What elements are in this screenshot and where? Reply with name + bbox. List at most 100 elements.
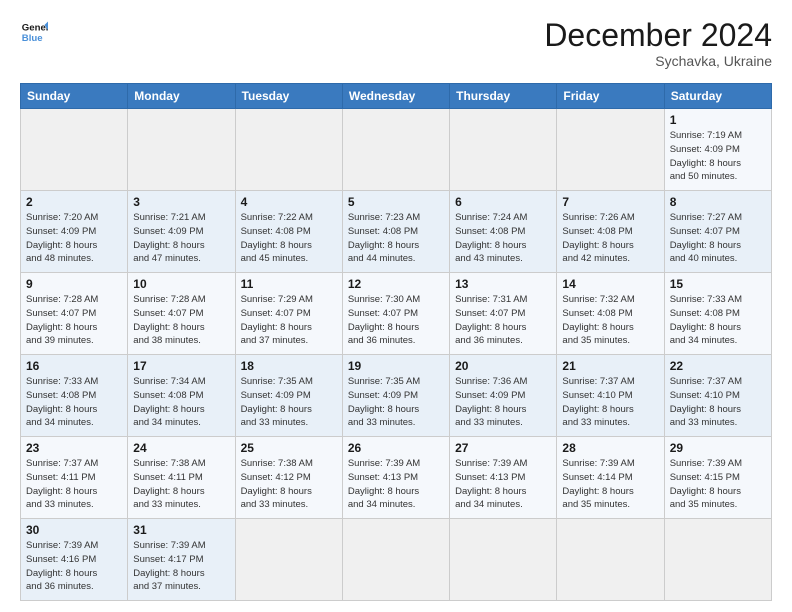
calendar-header-cell: Saturday bbox=[664, 84, 771, 109]
calendar-cell: 28 Sunrise: 7:39 AM Sunset: 4:14 PM Dayli… bbox=[557, 437, 664, 519]
day-detail: Sunrise: 7:32 AM Sunset: 4:08 PM Dayligh… bbox=[562, 293, 658, 348]
calendar-cell: 7Sunrise: 7:26 AM Sunset: 4:08 PM Daylig… bbox=[557, 191, 664, 273]
calendar-cell: 21Sunrise: 7:37 AM Sunset: 4:10 PM Dayli… bbox=[557, 355, 664, 437]
calendar-cell: 24Sunrise: 7:38 AM Sunset: 4:11 PM Dayli… bbox=[128, 437, 235, 519]
calendar-cell: 27 Sunrise: 7:39 AM Sunset: 4:13 PM Dayli… bbox=[450, 437, 557, 519]
calendar-header-cell: Wednesday bbox=[342, 84, 449, 109]
calendar-week-row: 16Sunrise: 7:33 AM Sunset: 4:08 PM Dayli… bbox=[21, 355, 772, 437]
day-number: 27 bbox=[455, 441, 551, 455]
calendar-cell bbox=[21, 109, 128, 191]
calendar-header-cell: Thursday bbox=[450, 84, 557, 109]
day-number: 18 bbox=[241, 359, 337, 373]
calendar-cell: 2 Sunrise: 7:20 AM Sunset: 4:09 PM Daylig… bbox=[21, 191, 128, 273]
calendar-header-cell: Monday bbox=[128, 84, 235, 109]
day-number: 28 bbox=[562, 441, 658, 455]
calendar-cell bbox=[342, 109, 449, 191]
calendar-week-row: 23Sunrise: 7:37 AM Sunset: 4:11 PM Dayli… bbox=[21, 437, 772, 519]
month-title: December 2024 bbox=[544, 18, 772, 53]
day-detail: Sunrise: 7:28 AM Sunset: 4:07 PM Dayligh… bbox=[133, 293, 229, 348]
svg-text:General: General bbox=[22, 22, 48, 33]
calendar-week-row: 30 Sunrise: 7:39 AM Sunset: 4:16 PM Dayli… bbox=[21, 519, 772, 601]
day-detail: Sunrise: 7:29 AM Sunset: 4:07 PM Dayligh… bbox=[241, 293, 337, 348]
day-number: 30 bbox=[26, 523, 122, 537]
day-number: 12 bbox=[348, 277, 444, 291]
calendar-body: 1Sunrise: 7:19 AM Sunset: 4:09 PM Daylig… bbox=[21, 109, 772, 601]
title-block: December 2024 Sychavka, Ukraine bbox=[544, 18, 772, 69]
day-detail: Sunrise: 7:38 AM Sunset: 4:12 PM Dayligh… bbox=[241, 457, 337, 512]
day-number: 23 bbox=[26, 441, 122, 455]
day-detail: Sunrise: 7:39 AM Sunset: 4:13 PM Dayligh… bbox=[455, 457, 551, 512]
calendar-cell: 18 Sunrise: 7:35 AM Sunset: 4:09 PM Dayli… bbox=[235, 355, 342, 437]
day-number: 1 bbox=[670, 113, 766, 127]
day-detail: Sunrise: 7:37 AM Sunset: 4:10 PM Dayligh… bbox=[562, 375, 658, 430]
calendar-cell: 19 Sunrise: 7:35 AM Sunset: 4:09 PM Dayli… bbox=[342, 355, 449, 437]
day-detail: Sunrise: 7:31 AM Sunset: 4:07 PM Dayligh… bbox=[455, 293, 551, 348]
calendar-cell: 13 Sunrise: 7:31 AM Sunset: 4:07 PM Dayli… bbox=[450, 273, 557, 355]
day-detail: Sunrise: 7:23 AM Sunset: 4:08 PM Dayligh… bbox=[348, 211, 444, 266]
day-detail: Sunrise: 7:36 AM Sunset: 4:09 PM Dayligh… bbox=[455, 375, 551, 430]
calendar-cell: 10 Sunrise: 7:28 AM Sunset: 4:07 PM Dayli… bbox=[128, 273, 235, 355]
day-number: 15 bbox=[670, 277, 766, 291]
day-detail: Sunrise: 7:21 AM Sunset: 4:09 PM Dayligh… bbox=[133, 211, 229, 266]
calendar-cell: 17Sunrise: 7:34 AM Sunset: 4:08 PM Dayli… bbox=[128, 355, 235, 437]
day-detail: Sunrise: 7:39 AM Sunset: 4:16 PM Dayligh… bbox=[26, 539, 122, 594]
location: Sychavka, Ukraine bbox=[544, 53, 772, 69]
calendar-cell: 29Sunrise: 7:39 AM Sunset: 4:15 PM Dayli… bbox=[664, 437, 771, 519]
header: General Blue December 2024 Sychavka, Ukr… bbox=[20, 18, 772, 69]
day-detail: Sunrise: 7:33 AM Sunset: 4:08 PM Dayligh… bbox=[670, 293, 766, 348]
day-number: 20 bbox=[455, 359, 551, 373]
day-detail: Sunrise: 7:39 AM Sunset: 4:14 PM Dayligh… bbox=[562, 457, 658, 512]
calendar-week-row: 2 Sunrise: 7:20 AM Sunset: 4:09 PM Daylig… bbox=[21, 191, 772, 273]
day-number: 9 bbox=[26, 277, 122, 291]
calendar-cell bbox=[128, 109, 235, 191]
day-number: 7 bbox=[562, 195, 658, 209]
day-detail: Sunrise: 7:34 AM Sunset: 4:08 PM Dayligh… bbox=[133, 375, 229, 430]
calendar-cell: 12Sunrise: 7:30 AM Sunset: 4:07 PM Dayli… bbox=[342, 273, 449, 355]
calendar-cell: 14Sunrise: 7:32 AM Sunset: 4:08 PM Dayli… bbox=[557, 273, 664, 355]
calendar-cell: 20 Sunrise: 7:36 AM Sunset: 4:09 PM Dayli… bbox=[450, 355, 557, 437]
calendar-cell bbox=[450, 519, 557, 601]
calendar-cell: 8Sunrise: 7:27 AM Sunset: 4:07 PM Daylig… bbox=[664, 191, 771, 273]
calendar-cell: 22Sunrise: 7:37 AM Sunset: 4:10 PM Dayli… bbox=[664, 355, 771, 437]
day-number: 19 bbox=[348, 359, 444, 373]
calendar-cell: 31Sunrise: 7:39 AM Sunset: 4:17 PM Dayli… bbox=[128, 519, 235, 601]
day-number: 26 bbox=[348, 441, 444, 455]
day-detail: Sunrise: 7:28 AM Sunset: 4:07 PM Dayligh… bbox=[26, 293, 122, 348]
day-number: 25 bbox=[241, 441, 337, 455]
day-detail: Sunrise: 7:35 AM Sunset: 4:09 PM Dayligh… bbox=[348, 375, 444, 430]
day-number: 4 bbox=[241, 195, 337, 209]
calendar-cell: 23Sunrise: 7:37 AM Sunset: 4:11 PM Dayli… bbox=[21, 437, 128, 519]
logo-icon: General Blue bbox=[20, 18, 48, 46]
day-detail: Sunrise: 7:39 AM Sunset: 4:17 PM Dayligh… bbox=[133, 539, 229, 594]
day-number: 13 bbox=[455, 277, 551, 291]
day-detail: Sunrise: 7:39 AM Sunset: 4:13 PM Dayligh… bbox=[348, 457, 444, 512]
day-number: 2 bbox=[26, 195, 122, 209]
calendar-cell: 6Sunrise: 7:24 AM Sunset: 4:08 PM Daylig… bbox=[450, 191, 557, 273]
page: General Blue December 2024 Sychavka, Ukr… bbox=[0, 0, 792, 611]
day-detail: Sunrise: 7:20 AM Sunset: 4:09 PM Dayligh… bbox=[26, 211, 122, 266]
calendar-cell bbox=[235, 109, 342, 191]
day-number: 16 bbox=[26, 359, 122, 373]
calendar-header-row: SundayMondayTuesdayWednesdayThursdayFrid… bbox=[21, 84, 772, 109]
calendar-cell: 11Sunrise: 7:29 AM Sunset: 4:07 PM Dayli… bbox=[235, 273, 342, 355]
calendar-week-row: 9 Sunrise: 7:28 AM Sunset: 4:07 PM Daylig… bbox=[21, 273, 772, 355]
calendar-header-cell: Friday bbox=[557, 84, 664, 109]
calendar-cell: 16Sunrise: 7:33 AM Sunset: 4:08 PM Dayli… bbox=[21, 355, 128, 437]
calendar-cell bbox=[664, 519, 771, 601]
day-detail: Sunrise: 7:24 AM Sunset: 4:08 PM Dayligh… bbox=[455, 211, 551, 266]
day-number: 10 bbox=[133, 277, 229, 291]
day-detail: Sunrise: 7:38 AM Sunset: 4:11 PM Dayligh… bbox=[133, 457, 229, 512]
day-detail: Sunrise: 7:39 AM Sunset: 4:15 PM Dayligh… bbox=[670, 457, 766, 512]
calendar-cell: 15 Sunrise: 7:33 AM Sunset: 4:08 PM Dayli… bbox=[664, 273, 771, 355]
calendar-header-cell: Sunday bbox=[21, 84, 128, 109]
calendar-cell: 30 Sunrise: 7:39 AM Sunset: 4:16 PM Dayli… bbox=[21, 519, 128, 601]
calendar-cell: 1Sunrise: 7:19 AM Sunset: 4:09 PM Daylig… bbox=[664, 109, 771, 191]
day-detail: Sunrise: 7:35 AM Sunset: 4:09 PM Dayligh… bbox=[241, 375, 337, 430]
day-number: 3 bbox=[133, 195, 229, 209]
day-number: 5 bbox=[348, 195, 444, 209]
day-detail: Sunrise: 7:37 AM Sunset: 4:10 PM Dayligh… bbox=[670, 375, 766, 430]
day-number: 8 bbox=[670, 195, 766, 209]
logo: General Blue bbox=[20, 18, 48, 46]
calendar-cell bbox=[342, 519, 449, 601]
calendar-cell: 5 Sunrise: 7:23 AM Sunset: 4:08 PM Daylig… bbox=[342, 191, 449, 273]
